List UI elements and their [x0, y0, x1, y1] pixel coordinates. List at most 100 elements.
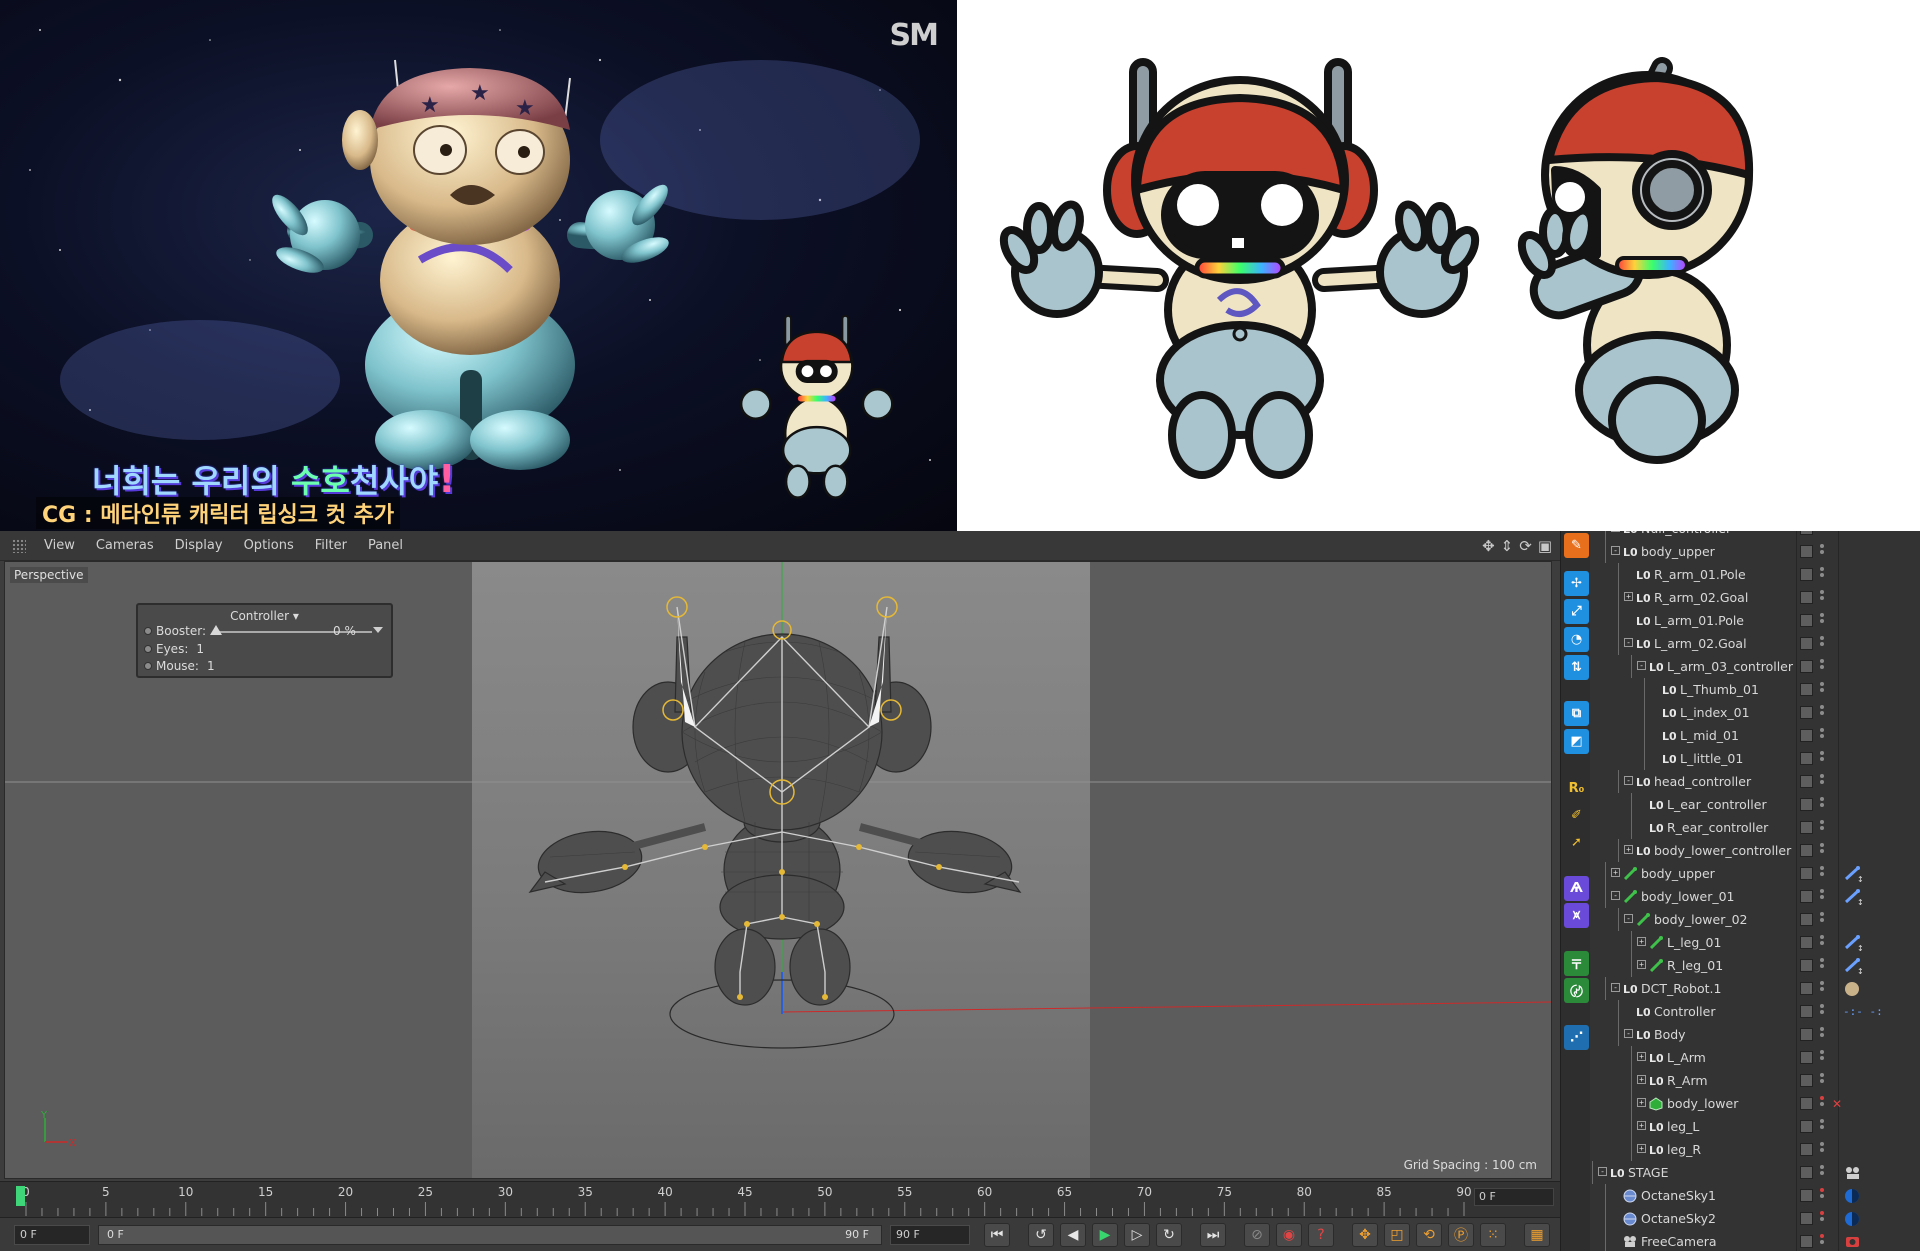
pen-tool-button[interactable]: ✎ [1564, 533, 1589, 558]
collapse-icon[interactable]: - [1637, 661, 1646, 670]
layer-toggle[interactable] [1800, 844, 1813, 857]
autokey-button[interactable]: ⊘ [1244, 1223, 1270, 1247]
object-row[interactable]: - body_lower_02 [1590, 908, 1920, 931]
timeline-window-button[interactable]: ▦ [1524, 1223, 1550, 1247]
layer-toggle[interactable] [1800, 890, 1813, 903]
object-name[interactable]: leg_L [1667, 1119, 1699, 1134]
visibility-dots[interactable] [1820, 1188, 1824, 1202]
layer-toggle[interactable] [1800, 706, 1813, 719]
collapse-icon[interactable]: - [1624, 776, 1633, 785]
object-name[interactable]: L_ear_controller [1667, 797, 1767, 812]
object-name[interactable]: Controller [1654, 1004, 1716, 1019]
expand-icon[interactable]: + [1624, 845, 1633, 854]
camera-tag-icon[interactable] [1843, 1232, 1863, 1251]
visibility-dots[interactable] [1820, 1211, 1824, 1225]
collapse-icon[interactable]: - [1611, 983, 1620, 992]
timeline-ruler[interactable]: 0 5 10 15 20 25 30 35 40 45 50 55 60 65 70 75 80 85 90 [18, 1182, 1472, 1218]
expand-icon[interactable]: + [1637, 1052, 1646, 1061]
object-name[interactable]: body_upper [1641, 866, 1715, 881]
object-row[interactable]: + L0 R_Arm [1590, 1069, 1920, 1092]
end-frame-field[interactable]: 90 F [890, 1225, 970, 1245]
weight-button[interactable]: ◩ [1564, 729, 1589, 754]
ik-tag-icon[interactable]: ↕ [1843, 933, 1864, 953]
layer-toggle[interactable] [1800, 913, 1813, 926]
object-name[interactable]: R_arm_02.Goal [1654, 590, 1748, 605]
object-row[interactable]: + L0 leg_L [1590, 1115, 1920, 1138]
visibility-dots[interactable] [1820, 912, 1824, 926]
object-name[interactable]: OctaneSky2 [1641, 1211, 1716, 1226]
expand-icon[interactable]: + [1637, 1144, 1646, 1153]
character-button[interactable]: Ѧ [1564, 876, 1589, 901]
visibility-dots[interactable] [1820, 981, 1824, 995]
key-pla-button[interactable]: ⁙ [1480, 1223, 1506, 1247]
object-row[interactable]: L0 L_mid_01 [1590, 724, 1920, 747]
hud-title[interactable]: Controller ▾ [138, 609, 391, 623]
visibility-dots[interactable] [1820, 1119, 1824, 1133]
ik-tag-icon[interactable]: ↕ [1843, 864, 1864, 884]
expand-icon[interactable]: + [1637, 960, 1646, 969]
ik-tag-icon[interactable]: ↕ [1843, 956, 1864, 976]
object-name[interactable]: body_lower_controller [1654, 843, 1791, 858]
menu-view[interactable]: View [34, 538, 86, 553]
record-button[interactable]: ◉ [1276, 1223, 1302, 1247]
mouse-keyframe-dot[interactable] [144, 662, 152, 670]
layer-toggle[interactable] [1800, 1235, 1813, 1248]
object-row[interactable]: + L0 R_arm_02.Goal [1590, 586, 1920, 609]
menu-options[interactable]: Options [234, 538, 305, 553]
object-row[interactable]: - L0 Body [1590, 1023, 1920, 1046]
object-row[interactable]: OctaneSky2 [1590, 1207, 1920, 1230]
layer-toggle[interactable] [1800, 683, 1813, 696]
object-name[interactable]: body_upper [1641, 544, 1715, 559]
layer-toggle[interactable] [1800, 545, 1813, 558]
prev-key-button[interactable]: ↺ [1028, 1223, 1054, 1247]
object-name[interactable]: L_Arm [1667, 1050, 1706, 1065]
layer-toggle[interactable] [1800, 591, 1813, 604]
expand-icon[interactable]: + [1637, 937, 1646, 946]
object-name[interactable]: leg_R [1667, 1142, 1701, 1157]
layer-toggle[interactable] [1800, 1143, 1813, 1156]
layer-toggle[interactable] [1800, 614, 1813, 627]
object-row[interactable]: - L0 DCT_Robot.1 [1590, 977, 1920, 1000]
object-name[interactable]: OctaneSky1 [1641, 1188, 1716, 1203]
camera-label[interactable]: Perspective [10, 567, 88, 583]
object-name[interactable]: STAGE [1628, 1165, 1669, 1180]
collapse-icon[interactable]: - [1611, 891, 1620, 900]
object-row[interactable]: L0 L_index_01 [1590, 701, 1920, 724]
goto-start-button[interactable]: ⏮ [984, 1223, 1010, 1247]
layer-toggle[interactable] [1800, 1166, 1813, 1179]
hud-controller-panel[interactable]: Controller ▾ Booster: 0 % Eyes: 1 Mouse:… [136, 603, 393, 678]
visibility-dots[interactable] [1820, 682, 1824, 696]
maximize-view-icon[interactable]: ▣ [1538, 537, 1552, 555]
object-row[interactable]: + L0 leg_R [1590, 1138, 1920, 1161]
prev-frame-button[interactable]: ◀ [1060, 1223, 1086, 1247]
object-row[interactable]: + L_leg_01 ↕ [1590, 931, 1920, 954]
object-row[interactable]: - L0 STAGE [1590, 1161, 1920, 1184]
rotate-view-icon[interactable]: ⟳ [1519, 537, 1532, 555]
timeline-playhead[interactable] [16, 1186, 25, 1206]
visibility-dots[interactable] [1820, 1234, 1824, 1248]
joint-tool-button[interactable]: ✢ [1564, 571, 1589, 596]
eyes-value[interactable]: 1 [196, 642, 204, 656]
object-row[interactable]: L0 R_arm_01.Pole [1590, 563, 1920, 586]
object-row[interactable]: L0 R_ear_controller [1590, 816, 1920, 839]
object-name[interactable]: R_leg_01 [1667, 958, 1723, 973]
layer-toggle[interactable] [1800, 1051, 1813, 1064]
object-row[interactable]: - L0 body_upper [1590, 540, 1920, 563]
booster-keyframe-dot[interactable] [144, 627, 152, 635]
key-param-button[interactable]: Ⓟ [1448, 1223, 1474, 1247]
select-button[interactable]: ➚ [1564, 830, 1589, 855]
visibility-dots[interactable] [1820, 1096, 1824, 1110]
visibility-dots[interactable] [1820, 958, 1824, 972]
next-frame-button[interactable]: ▷ [1124, 1223, 1150, 1247]
visibility-dots[interactable] [1820, 751, 1824, 765]
layer-toggle[interactable] [1800, 1074, 1813, 1087]
object-name[interactable]: DCT_Robot.1 [1641, 981, 1721, 996]
object-name[interactable]: head_controller [1654, 774, 1751, 789]
object-row[interactable]: + body_upper ↕ [1590, 862, 1920, 885]
expand-icon[interactable]: + [1637, 1121, 1646, 1130]
layer-toggle[interactable] [1800, 959, 1813, 972]
object-name[interactable]: L_leg_01 [1667, 935, 1721, 950]
layer-toggle[interactable] [1800, 775, 1813, 788]
object-row[interactable]: + L0 body_lower_controller [1590, 839, 1920, 862]
layer-toggle[interactable] [1800, 1189, 1813, 1202]
